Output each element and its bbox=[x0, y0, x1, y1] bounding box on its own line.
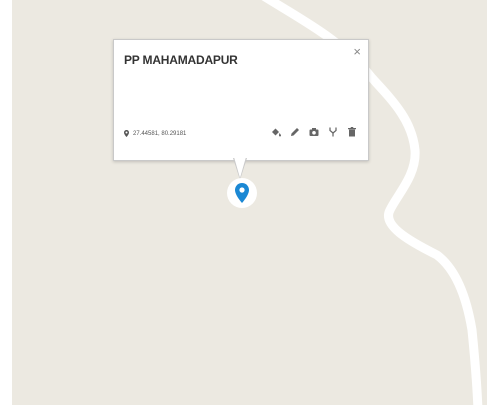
coordinates-row: 27.44581, 80.29181 bbox=[124, 130, 186, 137]
popup-pointer-fill bbox=[234, 157, 246, 178]
coordinates-text: 27.44581, 80.29181 bbox=[133, 130, 187, 137]
camera-icon[interactable] bbox=[308, 126, 320, 138]
map-view[interactable]: PP MAHAMADAPUR × 27.44581, 80.29181 bbox=[12, 0, 487, 405]
popup-actions bbox=[270, 126, 358, 138]
small-pin-icon bbox=[124, 130, 129, 137]
close-icon[interactable]: × bbox=[353, 45, 361, 58]
location-marker[interactable] bbox=[227, 178, 257, 208]
location-popup: PP MAHAMADAPUR × 27.44581, 80.29181 bbox=[113, 39, 369, 180]
paint-bucket-icon[interactable] bbox=[270, 126, 282, 138]
map-pin-icon bbox=[235, 183, 249, 203]
trash-icon[interactable] bbox=[346, 126, 358, 138]
pencil-icon[interactable] bbox=[289, 126, 301, 138]
popup-title: PP MAHAMADAPUR bbox=[124, 53, 238, 67]
fork-icon[interactable] bbox=[327, 126, 339, 138]
